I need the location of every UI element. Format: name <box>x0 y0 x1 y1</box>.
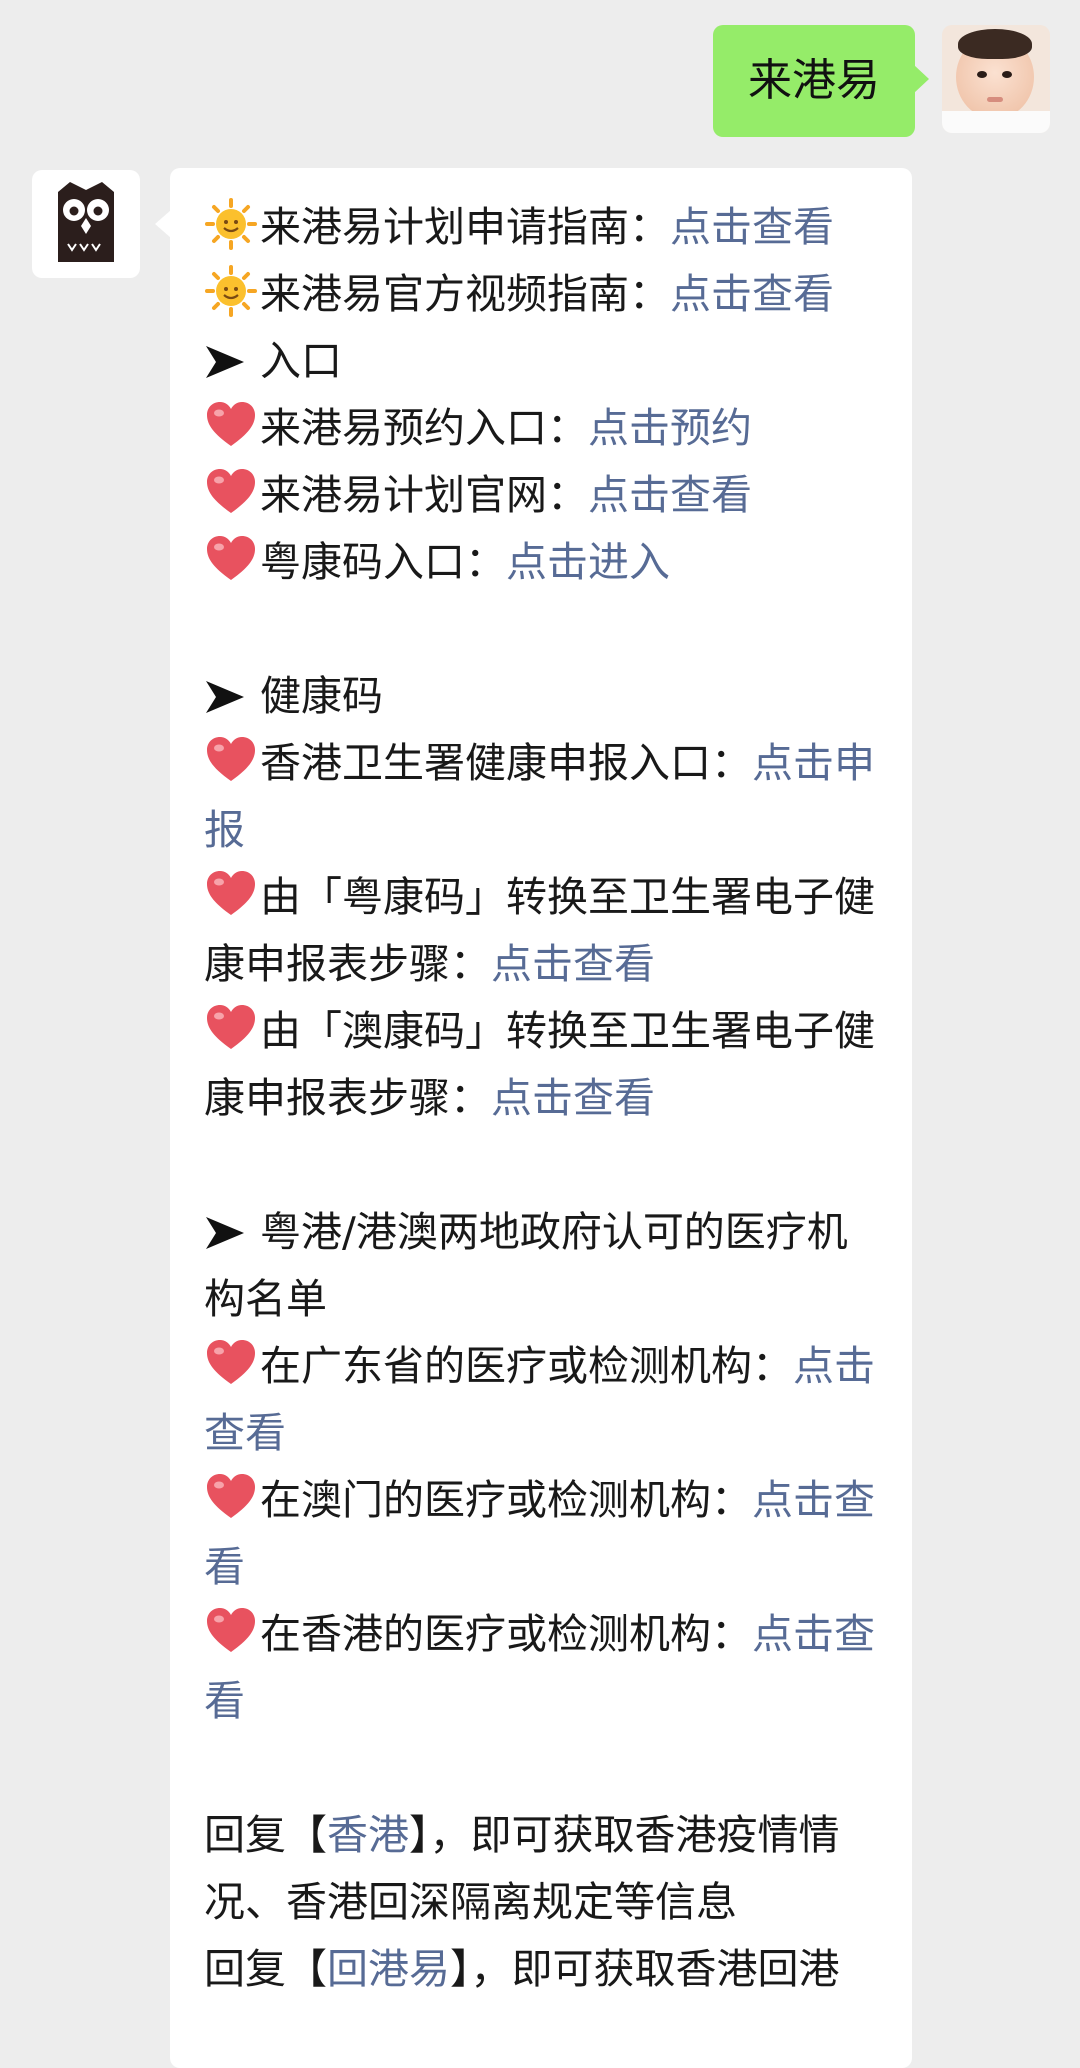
health-yue-convert-link[interactable]: 点击查看 <box>491 940 655 988</box>
received-message-bubble[interactable]: 来港易计划申请指南：点击查看 来港易官方视频指南：点击查看 入口 来港易预约入口… <box>155 168 912 2068</box>
entry-yuekang-link[interactable]: 点击进入 <box>506 538 670 586</box>
guide-video-label: 来港易官方视频指南： <box>260 270 670 318</box>
heart-emoji-icon <box>207 1340 255 1384</box>
reply-back-prefix: 回复【 <box>204 1945 327 1993</box>
heart-emoji-icon <box>207 1608 255 1652</box>
owl-avatar[interactable] <box>32 170 140 278</box>
med-hk-item: 在香港的医疗或检测机构：点击查看 <box>204 1601 884 1735</box>
heart-emoji-icon <box>207 536 255 580</box>
med-macau-label: 在澳门的医疗或检测机构： <box>260 1476 752 1524</box>
message-content: 来港易计划申请指南：点击查看 来港易官方视频指南：点击查看 入口 来港易预约入口… <box>204 194 884 2003</box>
arrow-right-icon <box>206 1217 244 1249</box>
heart-emoji-icon <box>207 469 255 513</box>
user-avatar[interactable] <box>942 25 1050 133</box>
entry-site-label: 来港易计划官网： <box>260 471 588 519</box>
guide-plan-link[interactable]: 点击查看 <box>670 203 834 251</box>
reply-hk-prefix: 回复【 <box>204 1811 327 1859</box>
health-hk-item: 香港卫生署健康申报入口：点击申报 <box>204 730 884 864</box>
reply-back-suffix: 】，即可获取香港回港 <box>450 1945 840 1993</box>
section-entry-label: 入口 <box>260 337 342 385</box>
entry-site-link[interactable]: 点击查看 <box>588 471 752 519</box>
section-health-heading: 健康码 <box>204 663 884 730</box>
reply-back-keyword[interactable]: 回港易 <box>327 1945 450 1993</box>
section-entry-heading: 入口 <box>204 328 884 395</box>
sun-emoji-icon <box>205 265 257 317</box>
health-ao-convert-item: 由「澳康码」转换至卫生署电子健康申报表步骤：点击查看 <box>204 998 884 1132</box>
med-hk-label: 在香港的医疗或检测机构： <box>260 1610 752 1658</box>
guide-plan-label: 来港易计划申请指南： <box>260 203 670 251</box>
entry-booking-link[interactable]: 点击预约 <box>588 404 752 452</box>
section-health-label: 健康码 <box>260 672 383 720</box>
arrow-right-icon <box>206 681 244 713</box>
guide-plan-line: 来港易计划申请指南：点击查看 <box>204 194 884 261</box>
section-medical-heading: 粤港/港澳两地政府认可的医疗机构名单 <box>204 1199 884 1333</box>
sent-message-bubble[interactable]: 来港易 <box>713 25 929 137</box>
entry-yuekang-line: 粤康码入口：点击进入 <box>204 529 884 596</box>
entry-booking-label: 来港易预约入口： <box>260 404 588 452</box>
med-gd-label: 在广东省的医疗或检测机构： <box>260 1342 793 1390</box>
health-hk-label: 香港卫生署健康申报入口： <box>260 739 752 787</box>
guide-video-line: 来港易官方视频指南：点击查看 <box>204 261 884 328</box>
section-medical-label: 粤港/港澳两地政府认可的医疗机构名单 <box>204 1208 848 1323</box>
heart-emoji-icon <box>207 1005 255 1049</box>
med-gd-item: 在广东省的医疗或检测机构：点击查看 <box>204 1333 884 1467</box>
reply-hk-keyword[interactable]: 香港 <box>327 1811 409 1859</box>
sent-message-row: 来港易 <box>713 25 1050 137</box>
med-macau-item: 在澳门的医疗或检测机构：点击查看 <box>204 1467 884 1601</box>
arrow-right-icon <box>206 346 244 378</box>
heart-emoji-icon <box>207 1474 255 1518</box>
entry-yuekang-label: 粤康码入口： <box>260 538 506 586</box>
entry-site-line: 来港易计划官网：点击查看 <box>204 462 884 529</box>
guide-video-link[interactable]: 点击查看 <box>670 270 834 318</box>
heart-emoji-icon <box>207 402 255 446</box>
health-yue-convert-item: 由「粤康码」转换至卫生署电子健康申报表步骤：点击查看 <box>204 864 884 998</box>
entry-booking-line: 来港易预约入口：点击预约 <box>204 395 884 462</box>
health-ao-convert-link[interactable]: 点击查看 <box>491 1074 655 1122</box>
reply-hk-item: 回复【香港】，即可获取香港疫情情况、香港回深隔离规定等信息 <box>204 1802 884 1936</box>
heart-emoji-icon <box>207 737 255 781</box>
heart-emoji-icon <box>207 871 255 915</box>
reply-back-item: 回复【回港易】，即可获取香港回港 <box>204 1936 884 2003</box>
sun-emoji-icon <box>205 198 257 250</box>
